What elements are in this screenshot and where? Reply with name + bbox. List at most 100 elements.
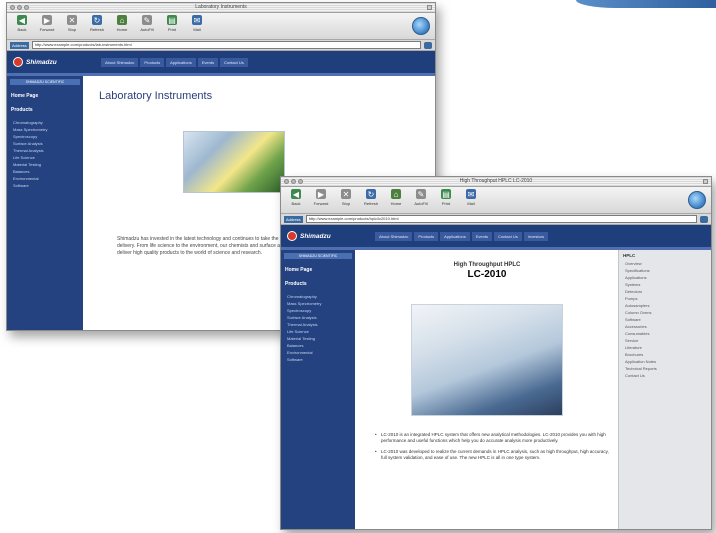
submenu-item[interactable]: Consumables: [619, 330, 711, 337]
sidebar-subitem[interactable]: Thermal Analysis: [7, 147, 83, 154]
refresh-button[interactable]: ↻ Refresh: [86, 13, 108, 37]
submenu-item[interactable]: Accessories: [619, 323, 711, 330]
sidebar-subitem[interactable]: Material Testing: [281, 335, 355, 342]
sidebar-subitem[interactable]: Balances: [281, 342, 355, 349]
zoom-button[interactable]: [24, 5, 29, 10]
submenu-heading: HPLC: [623, 253, 636, 258]
collapse-button[interactable]: [427, 5, 432, 10]
sidebar-subitem[interactable]: Chromatography: [281, 293, 355, 300]
submenu-item[interactable]: Service: [619, 337, 711, 344]
nav-item[interactable]: About Shimadzu: [101, 57, 139, 67]
forward-button[interactable]: ▶ Forward: [36, 13, 58, 37]
go-button[interactable]: [700, 215, 708, 223]
stop-button[interactable]: ✕ Stop: [61, 13, 83, 37]
sidebar-item-home[interactable]: Home Page: [7, 91, 83, 101]
submenu-item[interactable]: Overview: [619, 260, 711, 267]
autofill-button[interactable]: ✎ AutoFill: [136, 13, 158, 37]
address-label: Address: [10, 41, 29, 49]
sidebar-item-home[interactable]: Home Page: [281, 265, 355, 275]
sidebar-banner: SHIMADZU SCIENTIFIC: [10, 79, 80, 85]
site-header: Shimadzu About Shimadzu Products Applica…: [281, 225, 711, 250]
url-field[interactable]: http://www.example.com/products/lab-inst…: [31, 41, 421, 49]
close-button[interactable]: [284, 179, 289, 184]
main-content: High Throughput HPLC LC-2010 LC-2010 is …: [355, 250, 619, 529]
sidebar-item-products[interactable]: Products: [7, 105, 83, 115]
back-button[interactable]: ◀ Back: [11, 13, 33, 37]
nav-item[interactable]: Events: [197, 57, 218, 67]
sidebar-subitem[interactable]: Spectroscopy: [7, 133, 83, 140]
sidebar-subitem[interactable]: Software: [281, 356, 355, 363]
browser-window-2: High Throughput HPLC LC-2010 ◀ Back ▶ Forw…: [280, 176, 712, 530]
site-header: Shimadzu About Shimadzu Products Applica…: [7, 51, 435, 76]
sidebar-subitem[interactable]: Mass Spectrometry: [7, 126, 83, 133]
nav-item[interactable]: Products: [140, 57, 165, 67]
submenu-item[interactable]: Column Ovens: [619, 309, 711, 316]
nav-item[interactable]: Contact Us: [219, 57, 248, 67]
go-button[interactable]: [424, 41, 432, 49]
nav-item[interactable]: Applications: [440, 231, 470, 241]
home-icon: ⌂: [391, 189, 401, 199]
refresh-button[interactable]: ↻ Refresh: [360, 187, 382, 211]
window-titlebar[interactable]: High Throughput HPLC LC-2010: [281, 177, 711, 187]
collapse-button[interactable]: [703, 179, 708, 184]
print-button[interactable]: ▤ Print: [435, 187, 457, 211]
nav-item[interactable]: Investors: [523, 231, 548, 241]
zoom-button[interactable]: [298, 179, 303, 184]
submenu-item[interactable]: Specifications: [619, 267, 711, 274]
nav-item[interactable]: Products: [414, 231, 439, 241]
submenu-item[interactable]: Contact Us: [619, 372, 711, 379]
site-logo[interactable]: Shimadzu: [7, 57, 101, 67]
nav-item[interactable]: Contact Us: [493, 231, 522, 241]
sidebar-subitem[interactable]: Balances: [7, 168, 83, 175]
submenu-item[interactable]: Application Notes: [619, 358, 711, 365]
submenu-item[interactable]: Autosamplers: [619, 302, 711, 309]
print-button[interactable]: ▤ Print: [161, 13, 183, 37]
minimize-button[interactable]: [291, 179, 296, 184]
mail-button[interactable]: ✉ Mail: [186, 13, 208, 37]
window-titlebar[interactable]: Laboratory Instruments: [7, 3, 435, 13]
nav-item[interactable]: Applications: [166, 57, 196, 67]
sidebar-subitem[interactable]: Life Science: [7, 154, 83, 161]
submenu-item[interactable]: Detectors: [619, 288, 711, 295]
sidebar-subitem[interactable]: Environmental: [7, 175, 83, 182]
submenu-item[interactable]: Software: [619, 316, 711, 323]
sidebar-subitem[interactable]: Material Testing: [7, 161, 83, 168]
nav-item[interactable]: About Shimadzu: [375, 231, 413, 241]
stop-icon: ✕: [67, 15, 77, 25]
back-arrow-icon: ◀: [17, 15, 27, 25]
mail-button[interactable]: ✉ Mail: [460, 187, 482, 211]
submenu-item[interactable]: Applications: [619, 274, 711, 281]
sidebar-subitem[interactable]: Life Science: [281, 328, 355, 335]
forward-button[interactable]: ▶ Forward: [310, 187, 332, 211]
window-title: Laboratory Instruments: [195, 4, 247, 10]
lab-instruments-image: [183, 131, 285, 193]
sidebar-subitem[interactable]: Surface Analysis: [281, 314, 355, 321]
top-nav: About Shimadzu Products Applications Eve…: [375, 231, 548, 241]
webpage: Shimadzu About Shimadzu Products Applica…: [281, 225, 711, 529]
submenu-item[interactable]: Literature: [619, 344, 711, 351]
autofill-button[interactable]: ✎ AutoFill: [410, 187, 432, 211]
close-button[interactable]: [10, 5, 15, 10]
sidebar-subitem[interactable]: Environmental: [281, 349, 355, 356]
submenu-item[interactable]: Pumps: [619, 295, 711, 302]
sidebar-subitem[interactable]: Software: [7, 182, 83, 189]
submenu-item[interactable]: Systems: [619, 281, 711, 288]
sidebar-subitem[interactable]: Chromatography: [7, 119, 83, 126]
home-button[interactable]: ⌂ Home: [111, 13, 133, 37]
stop-button[interactable]: ✕ Stop: [335, 187, 357, 211]
sidebar-subitem[interactable]: Surface Analysis: [7, 140, 83, 147]
sidebar-subitem[interactable]: Spectroscopy: [281, 307, 355, 314]
site-logo[interactable]: Shimadzu: [281, 231, 375, 241]
sidebar-subitem[interactable]: Thermal Analysis: [281, 321, 355, 328]
globe-throbber-icon: [412, 17, 430, 35]
home-button[interactable]: ⌂ Home: [385, 187, 407, 211]
submenu-item[interactable]: Brochures: [619, 351, 711, 358]
nav-item[interactable]: Events: [471, 231, 492, 241]
sidebar-item-products[interactable]: Products: [281, 279, 355, 289]
url-field[interactable]: http://www.example.com/products/hplc/lc2…: [305, 215, 697, 223]
submenu-item[interactable]: Technical Reports: [619, 365, 711, 372]
right-submenu-panel: HPLC Overview Specifications Application…: [618, 250, 711, 529]
back-button[interactable]: ◀ Back: [285, 187, 307, 211]
minimize-button[interactable]: [17, 5, 22, 10]
sidebar-subitem[interactable]: Mass Spectrometry: [281, 300, 355, 307]
